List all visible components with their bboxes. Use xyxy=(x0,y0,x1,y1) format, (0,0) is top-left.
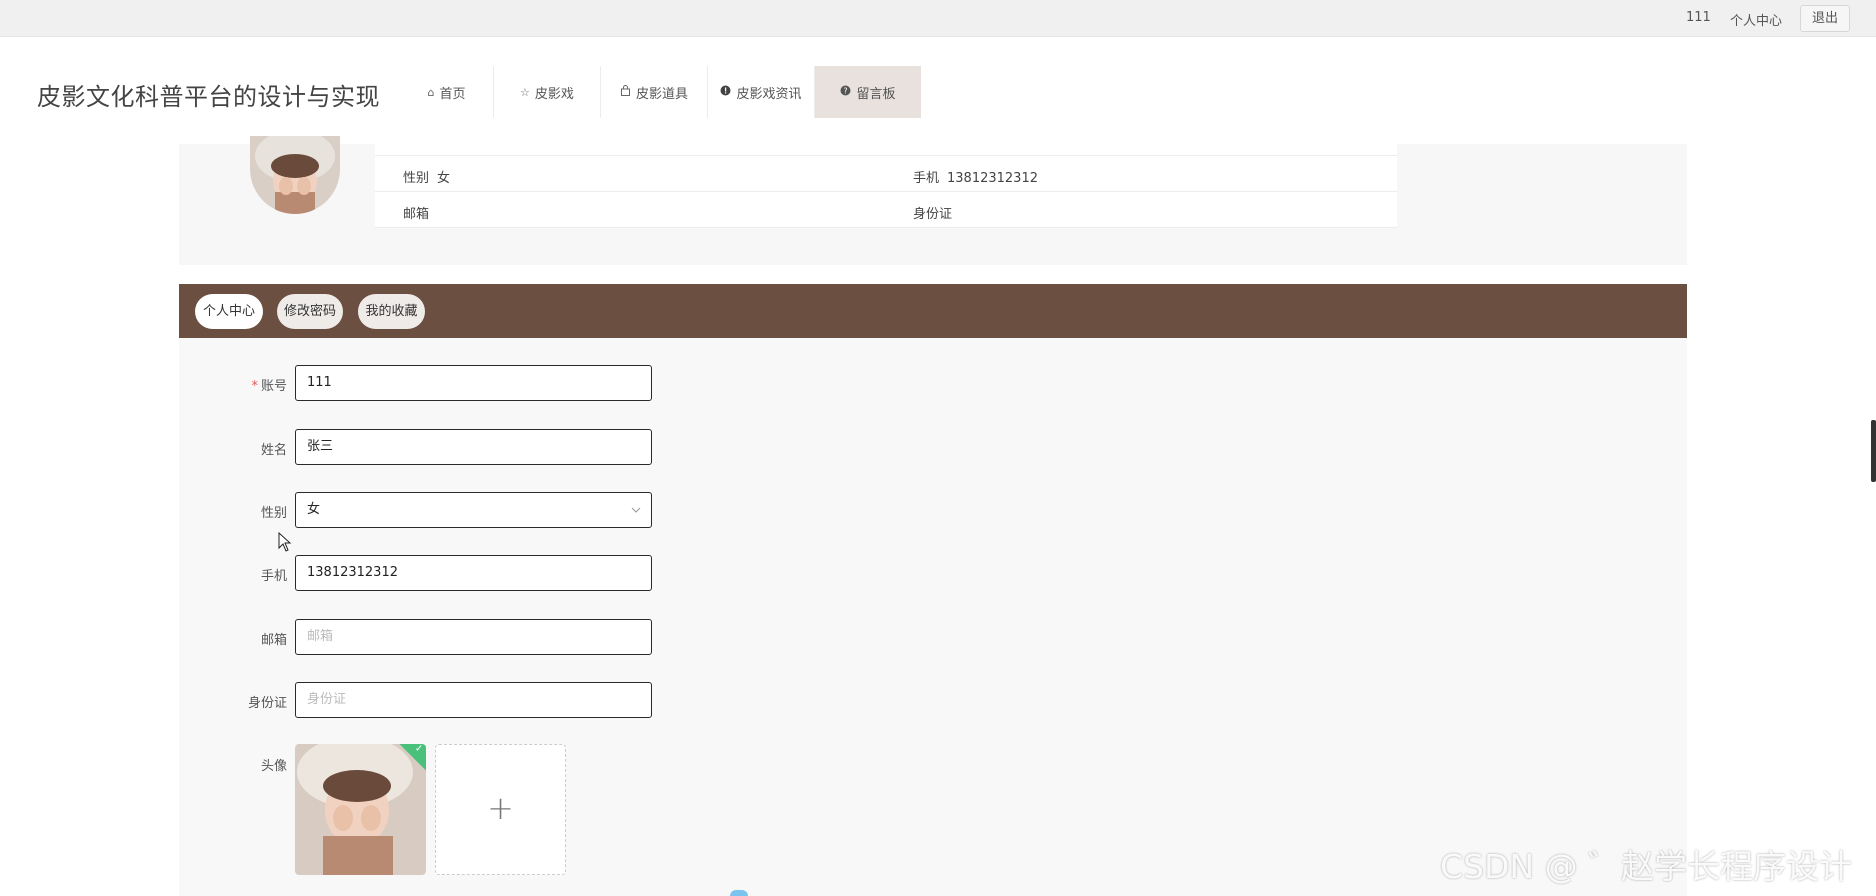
floating-indicator xyxy=(730,890,748,896)
tab-my-favorites[interactable]: 我的收藏 xyxy=(358,294,425,329)
phone-input[interactable]: 13812312312 xyxy=(295,555,652,591)
phone-label: 手机 xyxy=(913,171,940,186)
main-nav: ⌂ 首页 ☆ 皮影戏 皮影道具 皮影戏资讯 ? 留言板 xyxy=(400,66,921,118)
avatar-field-label: 头像 xyxy=(260,759,287,774)
table-row: 邮箱 身份证 xyxy=(375,192,1397,228)
mouse-cursor-icon xyxy=(278,531,292,556)
email-field-label: 邮箱 xyxy=(260,633,287,648)
account-label: * 账号 xyxy=(251,379,287,394)
account-input[interactable]: 111 xyxy=(295,365,652,401)
avatar-upload-preview[interactable]: ✓ xyxy=(295,744,426,875)
gender-row: 性别 女 xyxy=(179,492,679,529)
required-mark: * xyxy=(251,379,258,394)
personal-center-link[interactable]: 个人中心 xyxy=(1730,10,1782,29)
table-row: 性别女 手机 13812312312 xyxy=(375,156,1397,192)
email-label: 邮箱 xyxy=(403,207,430,222)
profile-tab-bar: 个人中心 修改密码 我的收藏 xyxy=(179,284,1687,338)
phone-field-label: 手机 xyxy=(260,569,287,584)
email-row: 邮箱 邮箱 xyxy=(179,619,679,656)
gender-value: 女 xyxy=(437,171,451,186)
star-icon: ☆ xyxy=(520,85,530,99)
idcard-row: 身份证 身份证 xyxy=(179,682,679,719)
gender-select-value: 女 xyxy=(307,502,321,517)
question-circle-icon: ? xyxy=(840,85,851,99)
nav-item-news[interactable]: 皮影戏资讯 xyxy=(708,66,815,118)
name-row: 姓名 张三 xyxy=(179,429,679,466)
nav-item-label: 皮影戏 xyxy=(534,86,574,102)
profile-summary-table: 性别女 手机 13812312312 邮箱 身份证 xyxy=(375,144,1397,228)
info-circle-icon xyxy=(720,85,731,99)
tab-personal-center[interactable]: 个人中心 xyxy=(195,294,263,329)
nav-item-label: 首页 xyxy=(439,86,466,102)
add-avatar-button[interactable]: + xyxy=(435,744,566,875)
nav-item-shadow-play[interactable]: ☆ 皮影戏 xyxy=(494,66,601,118)
username-label: 111 xyxy=(1686,10,1711,25)
top-bar: 111 个人中心 退出 xyxy=(0,0,1876,37)
account-row: * 账号 111 xyxy=(179,365,679,402)
nav-item-label: 留言板 xyxy=(856,86,896,102)
email-input[interactable]: 邮箱 xyxy=(295,619,652,655)
site-title: 皮影文化科普平台的设计与实现 xyxy=(37,83,380,111)
idcard-input[interactable]: 身份证 xyxy=(295,682,652,718)
idcard-label: 身份证 xyxy=(913,207,953,222)
nav-item-label: 皮影戏资讯 xyxy=(736,86,802,102)
name-label: 姓名 xyxy=(260,443,287,458)
home-icon: ⌂ xyxy=(427,85,435,99)
scrollbar-thumb[interactable] xyxy=(1871,420,1876,482)
site-header: 皮影文化科普平台的设计与实现 ⌂ 首页 ☆ 皮影戏 皮影道具 皮影戏资讯 ? 留… xyxy=(0,37,1876,144)
gender-field-label: 性别 xyxy=(260,506,287,521)
name-input[interactable]: 张三 xyxy=(295,429,652,465)
phone-value: 13812312312 xyxy=(947,171,1038,186)
avatar-row: 头像 xyxy=(179,745,679,782)
nav-item-home[interactable]: ⌂ 首页 xyxy=(400,66,494,118)
idcard-field-label: 身份证 xyxy=(247,696,287,711)
gender-label: 性别 xyxy=(403,171,430,186)
table-row xyxy=(375,144,1397,156)
gender-select[interactable]: 女 xyxy=(295,492,652,528)
tab-change-password[interactable]: 修改密码 xyxy=(277,294,343,329)
logout-button[interactable]: 退出 xyxy=(1800,5,1850,32)
phone-row: 手机 13812312312 xyxy=(179,555,679,592)
watermark: CSDN @ ゛赵学长程序设计 xyxy=(1440,847,1853,886)
nav-item-props[interactable]: 皮影道具 xyxy=(601,66,708,118)
nav-item-message-board[interactable]: ? 留言板 xyxy=(815,66,921,118)
nav-item-label: 皮影道具 xyxy=(635,86,688,102)
chevron-down-icon xyxy=(631,493,641,541)
bag-icon xyxy=(620,85,631,99)
svg-text:?: ? xyxy=(844,86,848,95)
